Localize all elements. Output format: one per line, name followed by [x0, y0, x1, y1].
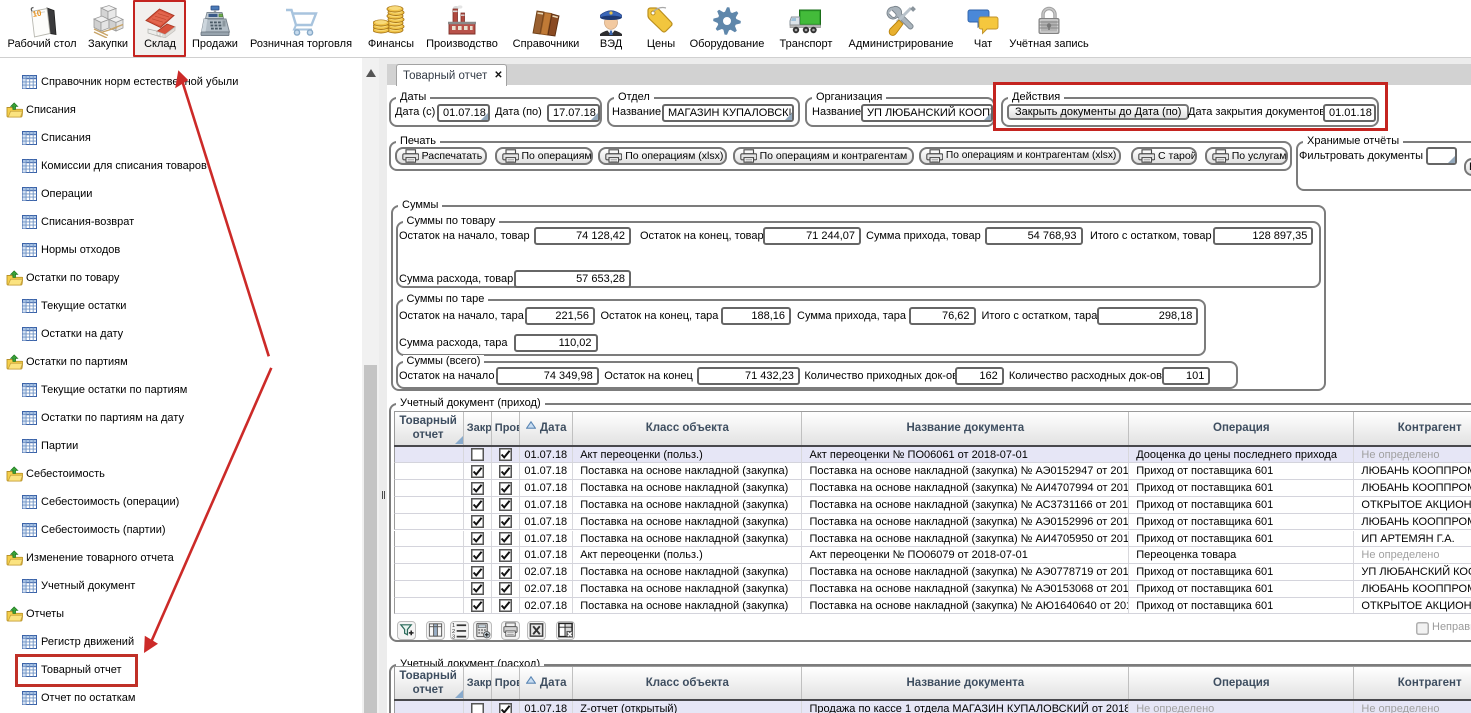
svg-text:3: 3 [452, 635, 455, 640]
